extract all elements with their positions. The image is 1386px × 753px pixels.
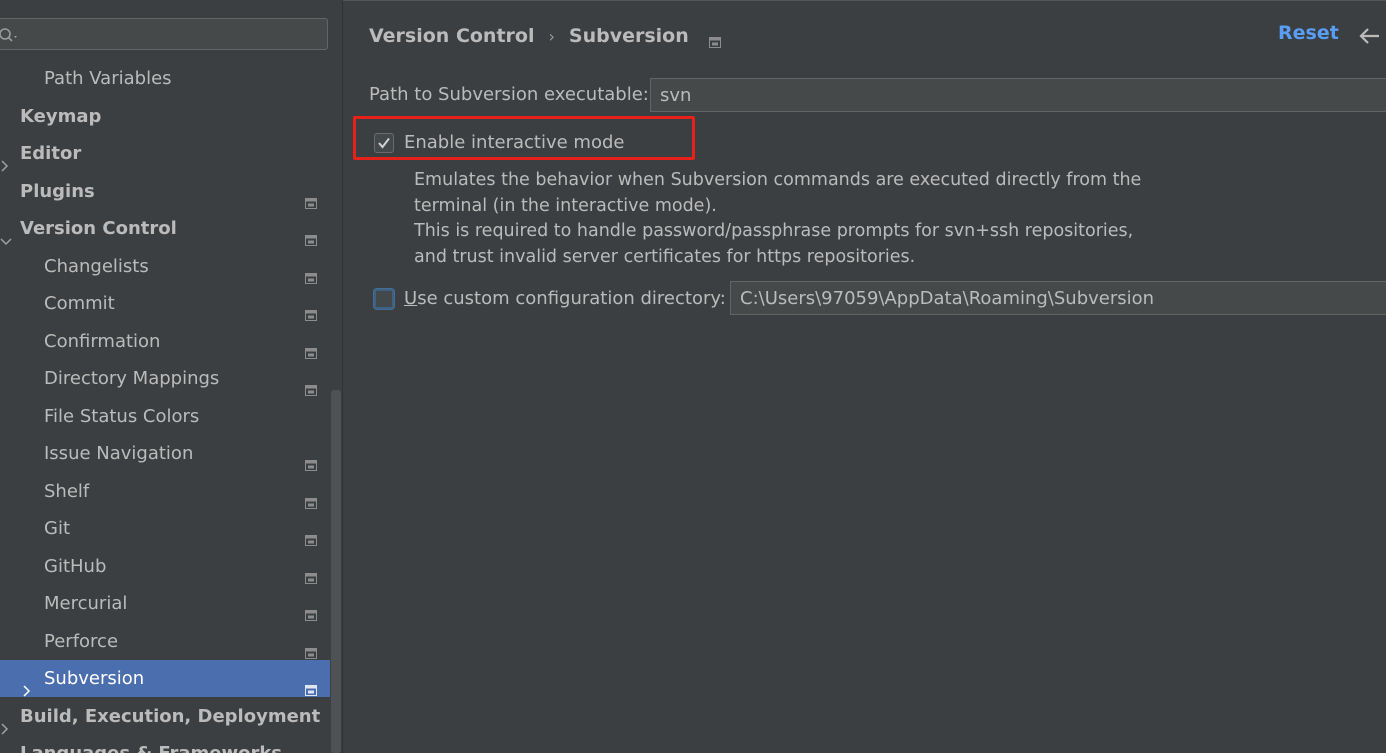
sidebar-item-label: Mercurial: [44, 593, 128, 614]
sidebar-item-editor[interactable]: Editor: [0, 135, 342, 172]
sidebar-item-label: Commit: [44, 293, 115, 314]
sidebar-item-git[interactable]: Git: [0, 510, 342, 547]
project-scope-icon: [305, 260, 317, 284]
sidebar-item-issue-navigation[interactable]: Issue Navigation: [0, 435, 342, 472]
sidebar-item-changelists[interactable]: Changelists: [0, 248, 342, 285]
sidebar-item-label: Perforce: [44, 630, 119, 652]
sidebar-item-languages-frameworks[interactable]: Languages & Frameworks: [0, 735, 342, 753]
sidebar-item-label: Build, Execution, Deployment: [20, 705, 321, 727]
search-field[interactable]: [0, 18, 328, 50]
checkmark-icon: [378, 137, 390, 149]
sidebar-item-label: Confirmation: [44, 330, 161, 352]
project-scope-icon: [708, 31, 721, 48]
sidebar-item-github[interactable]: GitHub: [0, 548, 342, 585]
description-line: This is required to handle password/pass…: [414, 221, 1134, 241]
custom-config-label-text: se custom configuration directory:: [417, 288, 726, 309]
sidebar-item-file-status-colors[interactable]: File Status Colors: [0, 398, 342, 435]
interactive-mode-label[interactable]: Enable interactive mode: [404, 132, 624, 153]
project-scope-icon: [305, 447, 317, 471]
custom-config-checkbox[interactable]: [374, 289, 394, 309]
project-scope-icon: [305, 485, 317, 509]
back-arrow-icon[interactable]: [1357, 24, 1381, 48]
custom-config-path-input[interactable]: [730, 281, 1386, 315]
sidebar-item-label: Version Control: [20, 218, 177, 239]
chevron-right-icon[interactable]: [22, 673, 32, 697]
sidebar-item-version-control[interactable]: Version Control: [0, 210, 342, 247]
breadcrumb-separator: ›: [548, 26, 555, 46]
sidebar-item-label: Directory Mappings: [44, 368, 220, 389]
project-scope-icon: [305, 297, 317, 321]
sidebar-item-mercurial[interactable]: Mercurial: [0, 585, 342, 622]
sidebar-item-label: Git: [44, 518, 71, 539]
sidebar-item-label: Keymap: [20, 105, 102, 127]
sidebar-item-keymap[interactable]: Keymap: [0, 98, 342, 135]
project-scope-icon: [305, 522, 317, 546]
sidebar-item-commit[interactable]: Commit: [0, 285, 342, 322]
executable-path-input[interactable]: [650, 78, 1386, 112]
project-scope-icon: [305, 335, 317, 359]
project-scope-icon: [305, 222, 317, 246]
sidebar-item-plugins[interactable]: Plugins: [0, 173, 342, 210]
sidebar-item-directory-mappings[interactable]: Directory Mappings: [0, 360, 342, 397]
sidebar-item-subversion[interactable]: Subversion: [0, 660, 342, 697]
sidebar-item-build-execution-deployment[interactable]: Build, Execution, Deployment: [0, 698, 342, 735]
sidebar-scrollbar-thumb[interactable]: [331, 390, 341, 753]
sidebar-item-perforce[interactable]: Perforce: [0, 623, 342, 660]
sidebar-item-path-variables[interactable]: Path Variables: [0, 60, 342, 97]
settings-sidebar: Path Variables Keymap Editor Plugins Version…: [0, 0, 342, 753]
project-scope-icon: [305, 372, 317, 396]
sidebar-item-label: Issue Navigation: [44, 443, 194, 464]
sidebar-item-label: Path Variables: [44, 68, 172, 89]
sidebar-item-label: GitHub: [44, 555, 107, 577]
sidebar-item-label: Shelf: [44, 480, 90, 502]
project-scope-icon: [305, 560, 317, 584]
sidebar-item-label: Editor: [20, 143, 82, 164]
chevron-right-icon[interactable]: [0, 148, 10, 172]
executable-path-label: Path to Subversion executable:: [369, 84, 649, 105]
project-scope-icon: [305, 185, 317, 209]
breadcrumb-current: Subversion: [568, 25, 689, 47]
settings-content: Version Control › Subversion Reset Path …: [343, 0, 1386, 753]
top-divider: [343, 0, 1386, 1]
sidebar-item-label: Subversion: [44, 668, 145, 689]
chevron-down-icon[interactable]: [0, 223, 12, 246]
project-scope-icon: [305, 597, 317, 621]
sidebar-item-label: Languages & Frameworks: [20, 735, 282, 753]
sidebar-item-shelf[interactable]: Shelf: [0, 473, 342, 510]
sidebar-item-label: File Status Colors: [44, 405, 200, 427]
breadcrumb-parent[interactable]: Version Control: [369, 25, 534, 47]
mnemonic-letter: U: [404, 288, 418, 309]
project-scope-icon: [305, 672, 317, 696]
description-line: and trust invalid server certificates fo…: [414, 246, 916, 267]
reset-link[interactable]: Reset: [1278, 22, 1339, 44]
settings-window: Path Variables Keymap Editor Plugins Version…: [0, 0, 1386, 753]
description-line: terminal (in the interactive mode).: [414, 195, 717, 216]
interactive-mode-checkbox[interactable]: [374, 133, 394, 153]
project-scope-icon: [305, 635, 317, 659]
interactive-mode-description: Emulates the behavior when Subversion co…: [414, 168, 1141, 270]
breadcrumb: Version Control › Subversion: [369, 22, 721, 50]
chevron-right-icon[interactable]: [0, 748, 10, 753]
description-line: Emulates the behavior when Subversion co…: [414, 170, 1142, 190]
sidebar-item-label: Changelists: [44, 255, 149, 277]
custom-config-label[interactable]: Use custom configuration directory:: [404, 288, 726, 309]
sidebar-item-label: Plugins: [20, 180, 95, 202]
sidebar-item-confirmation[interactable]: Confirmation: [0, 323, 342, 360]
chevron-right-icon[interactable]: [0, 711, 10, 735]
search-icon[interactable]: [0, 26, 21, 44]
